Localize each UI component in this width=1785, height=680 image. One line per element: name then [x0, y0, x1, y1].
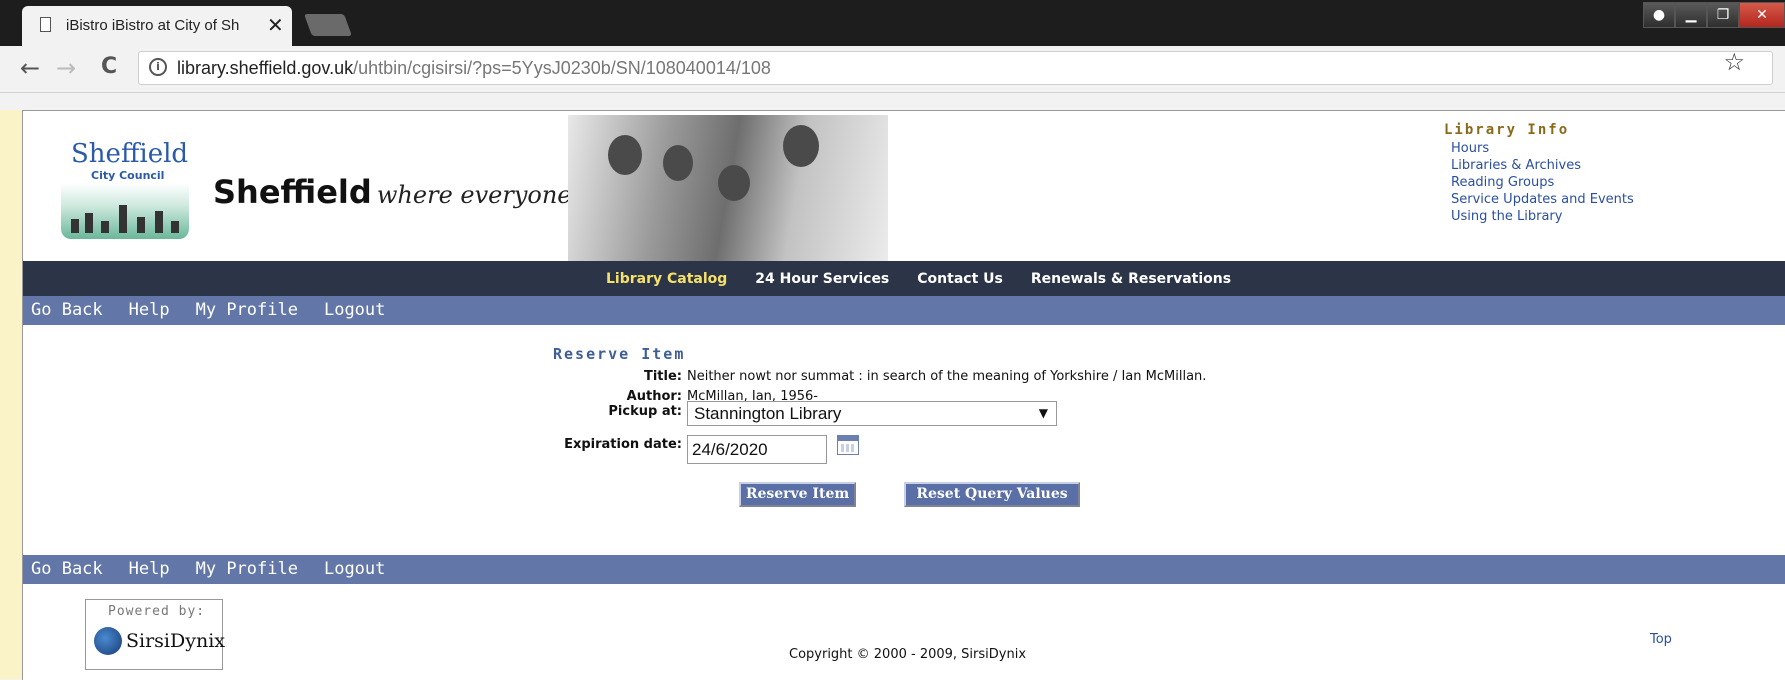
- calendar-icon[interactable]: [837, 435, 859, 455]
- dropdown-arrow-icon: ▼: [1038, 406, 1048, 420]
- info-icon[interactable]: i: [149, 58, 167, 76]
- reserve-heading: Reserve Item: [553, 345, 686, 363]
- forward-button[interactable]: →: [56, 54, 76, 82]
- link-hours[interactable]: Hours: [1451, 140, 1634, 157]
- go-back-link[interactable]: Go Back: [31, 300, 103, 320]
- pickup-select[interactable]: Stannington Library ▼: [687, 401, 1057, 426]
- profile-icon[interactable]: ●: [1643, 2, 1675, 28]
- help-link[interactable]: Help: [129, 300, 170, 320]
- site-header: Sheffield City Council Sheffield where e…: [23, 111, 1785, 261]
- sheffield-council-logo[interactable]: Sheffield City Council: [61, 139, 189, 241]
- top-link[interactable]: Top: [1650, 632, 1672, 647]
- close-tab-icon[interactable]: ✕: [267, 13, 284, 37]
- globe-icon: [94, 627, 122, 655]
- reset-query-button[interactable]: Reset Query Values: [904, 482, 1080, 507]
- main-nav: Library Catalog 24 Hour Services Contact…: [23, 261, 1785, 296]
- side-strip: [0, 110, 22, 679]
- bookmark-star-icon[interactable]: ☆: [1723, 48, 1745, 76]
- copyright-text: Copyright © 2000 - 2009, SirsiDynix: [789, 647, 1027, 662]
- back-button[interactable]: ←: [20, 54, 40, 82]
- browser-tabstrip: iBistro iBistro at City of Sh ✕ ● ▁ ❐ ✕: [0, 0, 1785, 46]
- new-tab-button[interactable]: [303, 14, 353, 36]
- site-footer: Powered by: SirsiDynix Copyright © 2000 …: [23, 571, 1785, 680]
- link-reading-groups[interactable]: Reading Groups: [1451, 174, 1634, 191]
- close-window-button[interactable]: ✕: [1739, 2, 1785, 28]
- nav-contact-us[interactable]: Contact Us: [917, 271, 1003, 287]
- powered-by-sirsidynix-logo[interactable]: Powered by: SirsiDynix: [85, 599, 225, 670]
- title-label: Title:: [643, 369, 682, 384]
- expiration-date-input[interactable]: 24/6/2020: [687, 435, 827, 464]
- address-bar[interactable]: i library.sheffield.gov.uk/uhtbin/cgisir…: [138, 51, 1773, 85]
- skyline-graphic: [61, 183, 189, 239]
- title-value: Neither nowt nor summat : in search of t…: [687, 369, 1207, 384]
- reserve-item-button[interactable]: Reserve Item: [739, 482, 856, 507]
- restore-button[interactable]: ❐: [1707, 2, 1739, 28]
- browser-tab[interactable]: iBistro iBistro at City of Sh ✕: [22, 6, 292, 46]
- header-photo: [568, 115, 888, 261]
- expiration-label: Expiration date:: [564, 437, 682, 452]
- nav-library-catalog[interactable]: Library Catalog: [606, 271, 727, 287]
- window-controls: ● ▁ ❐ ✕: [1643, 2, 1785, 28]
- web-page: Sheffield City Council Sheffield where e…: [22, 110, 1785, 680]
- my-profile-link[interactable]: My Profile: [196, 300, 298, 320]
- browser-toolbar: ← → C i library.sheffield.gov.uk/uhtbin/…: [0, 46, 1785, 93]
- pickup-label: Pickup at:: [608, 404, 682, 419]
- link-bar-top: Go Back Help My Profile Logout: [23, 296, 1785, 325]
- tab-title: iBistro iBistro at City of Sh: [66, 17, 240, 34]
- reserve-form: Reserve Item Title: Neither nowt nor sum…: [23, 325, 1785, 525]
- library-info-box: Library Info Hours Libraries & Archives …: [1444, 122, 1634, 225]
- nav-renewals-reservations[interactable]: Renewals & Reservations: [1031, 271, 1231, 287]
- link-service-updates[interactable]: Service Updates and Events: [1451, 191, 1634, 208]
- logout-link[interactable]: Logout: [324, 300, 385, 320]
- page-icon: [40, 17, 51, 32]
- reload-button[interactable]: C: [101, 54, 117, 79]
- author-label: Author:: [626, 389, 682, 404]
- library-info-title: Library Info: [1444, 122, 1570, 138]
- url-text: library.sheffield.gov.uk/uhtbin/cgisirsi…: [177, 58, 771, 78]
- link-libraries-archives[interactable]: Libraries & Archives: [1451, 157, 1634, 174]
- minimize-button[interactable]: ▁: [1675, 2, 1707, 28]
- nav-24-hour-services[interactable]: 24 Hour Services: [755, 271, 889, 287]
- link-using-library[interactable]: Using the Library: [1451, 208, 1634, 225]
